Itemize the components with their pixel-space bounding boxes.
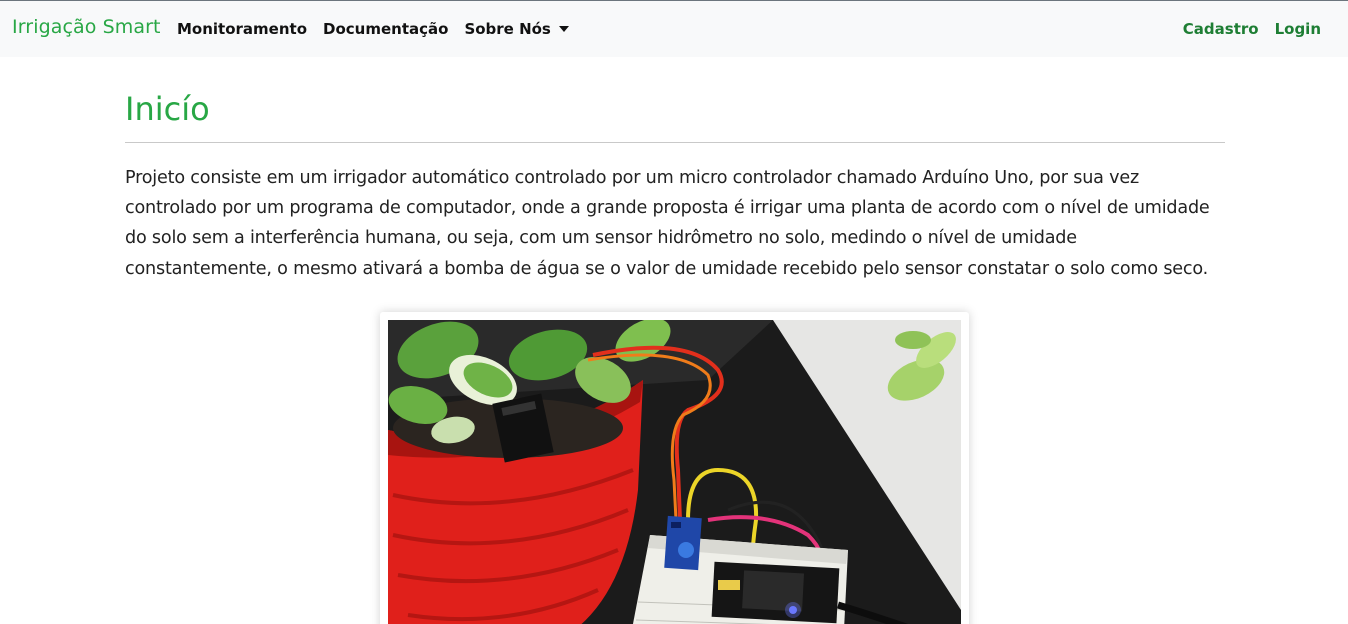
brand-link[interactable]: Irrigação Smart: [12, 16, 161, 38]
nav-link-documentacao[interactable]: Documentação: [323, 20, 448, 38]
nav-link-label: Login: [1274, 20, 1321, 38]
plant-arduino-illustration: [388, 320, 961, 624]
nav-link-monitoramento[interactable]: Monitoramento: [177, 20, 307, 38]
nav-dropdown-sobre-nos[interactable]: Sobre Nós: [464, 20, 569, 38]
nav-link-login[interactable]: Login: [1275, 20, 1321, 38]
caret-down-icon: [558, 26, 569, 32]
nav-link-label: Monitoramento: [177, 20, 308, 38]
main-content: Inicío Projeto consiste em um irrigador …: [125, 57, 1225, 284]
nav-link-label: Documentação: [323, 20, 449, 38]
nav-link-cadastro[interactable]: Cadastro: [1183, 20, 1259, 38]
nav-link-label: Sobre Nós: [464, 20, 551, 38]
intro-paragraph: Projeto consiste em um irrigador automát…: [125, 168, 1210, 279]
navbar: Irrigação Smart Monitoramento Documentaç…: [0, 0, 1348, 57]
nav-main: Monitoramento Documentação Sobre Nós: [177, 20, 585, 38]
title-divider: [125, 142, 1225, 143]
nav-auth: Cadastro Login: [1167, 20, 1321, 38]
project-image-card: [380, 312, 969, 624]
project-photo: [388, 320, 961, 624]
page-title: Inicío: [125, 90, 210, 128]
nav-link-label: Cadastro: [1182, 20, 1259, 38]
